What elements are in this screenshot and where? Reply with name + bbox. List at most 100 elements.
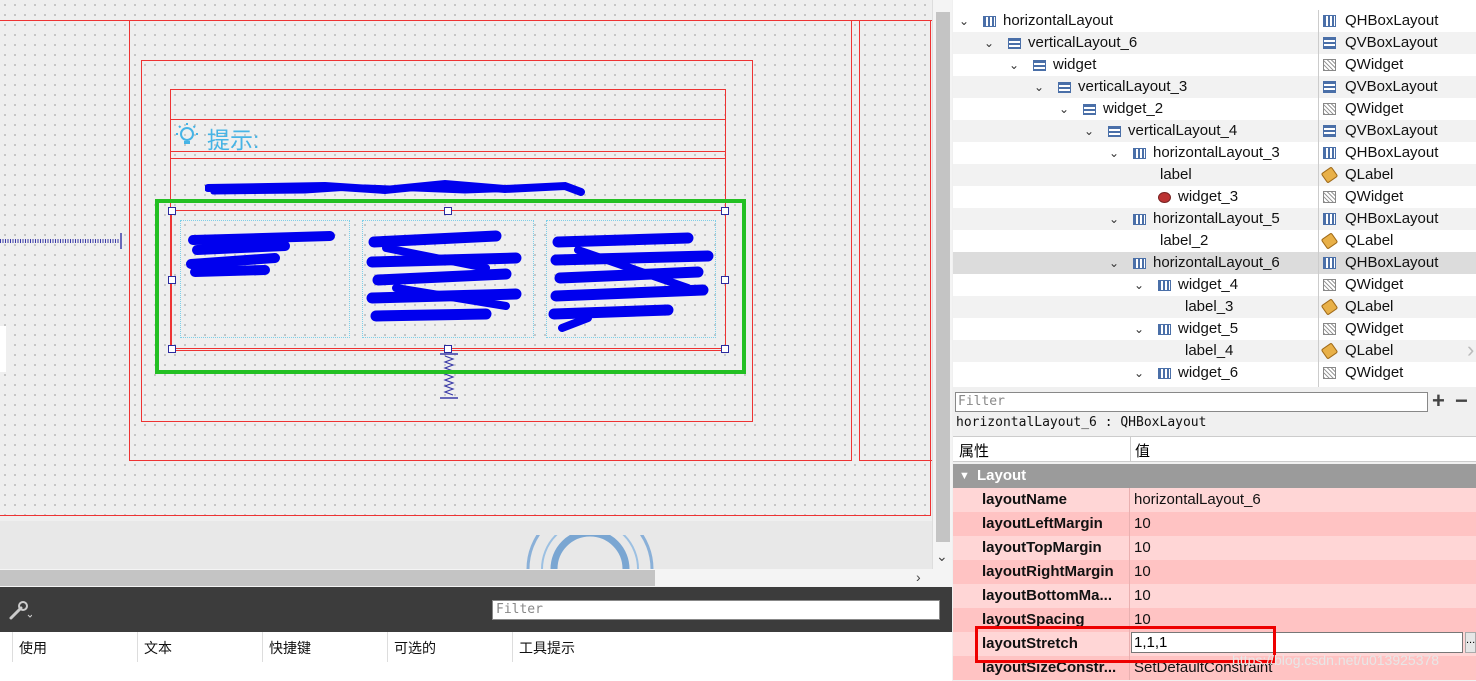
tree-row[interactable]: ⌄ horizontalLayout_6 QHBoxLayout xyxy=(953,252,1476,274)
vbox-layout-icon xyxy=(1008,38,1021,49)
label-icon xyxy=(1320,166,1339,184)
scrollbar-thumb[interactable] xyxy=(0,570,655,586)
property-group-label: Layout xyxy=(977,467,1027,484)
action-filter-input[interactable]: Filter xyxy=(492,600,940,620)
tree-row[interactable]: ⌄ horizontalLayout QHBoxLayout xyxy=(953,10,1476,32)
object-inspector-tree[interactable]: ⌄ horizontalLayout QHBoxLayout ⌄ verticalLay… xyxy=(953,10,1476,387)
tree-row[interactable]: ⌄ widget QWidget xyxy=(953,54,1476,76)
property-row[interactable]: layoutBottomMa... 10 xyxy=(953,584,1476,608)
tree-row[interactable]: ⌄ verticalLayout_3 QVBoxLayout xyxy=(953,76,1476,98)
tree-item-name: verticalLayout_4 xyxy=(1128,122,1238,139)
minus-icon[interactable]: − xyxy=(1455,390,1468,412)
property-row[interactable]: layoutLeftMargin 10 xyxy=(953,512,1476,536)
chevron-down-icon[interactable]: ⌄ xyxy=(984,32,998,54)
property-value[interactable]: 10 xyxy=(1134,536,1151,560)
red-highlight-box xyxy=(975,626,1276,663)
property-value[interactable]: 10 xyxy=(1134,584,1151,608)
hbox-layout-icon xyxy=(1158,280,1171,291)
tree-item-class: QWidget xyxy=(1345,188,1404,205)
property-row[interactable]: layoutName horizontalLayout_6 xyxy=(953,488,1476,512)
form-canvas[interactable]: 提示: xyxy=(0,0,932,569)
chevron-down-icon[interactable]: ⌄ xyxy=(1009,54,1023,76)
tree-item-class: QHBoxLayout xyxy=(1345,254,1439,271)
property-name: layoutName xyxy=(982,491,1068,508)
tree-row[interactable]: ⌄ widget_4 QWidget xyxy=(953,274,1476,296)
tree-item-name: horizontalLayout xyxy=(1003,12,1114,29)
column-header-property[interactable]: 属性 xyxy=(959,440,989,461)
tree-row[interactable]: ⌄ verticalLayout_6 QVBoxLayout xyxy=(953,32,1476,54)
label-icon xyxy=(1320,232,1339,250)
lightbulb-icon xyxy=(176,123,198,144)
chevron-down-icon[interactable]: ⌄ xyxy=(1134,274,1148,296)
column-header-tooltip[interactable]: 工具提示 xyxy=(512,632,712,662)
chevron-down-icon[interactable]: ⌄ xyxy=(1059,98,1073,120)
property-filter-input[interactable]: Filter xyxy=(955,392,1428,412)
widget-noLayout-icon xyxy=(1158,192,1171,203)
scrollbar-thumb[interactable] xyxy=(936,12,950,542)
tree-item-name: verticalLayout_3 xyxy=(1078,78,1188,95)
property-value[interactable]: 10 xyxy=(1134,560,1151,584)
tree-row[interactable]: ⌄ widget_6 QWidget xyxy=(953,362,1476,384)
hbox-layout-icon xyxy=(1323,147,1336,159)
row-divider xyxy=(1129,536,1130,560)
tree-row[interactable]: ⌄ widget_5 QWidget xyxy=(953,318,1476,340)
bottom-strip xyxy=(0,521,932,569)
hbox-layout-icon xyxy=(1323,15,1336,27)
chevron-down-icon[interactable]: ⌄ xyxy=(1134,318,1148,340)
canvas-vertical-scrollbar[interactable]: ⌄ xyxy=(932,0,952,569)
property-table-header: 属性 值 xyxy=(953,436,1476,462)
tree-row[interactable]: label QLabel xyxy=(953,164,1476,186)
property-row[interactable]: layoutRightMargin 10 xyxy=(953,560,1476,584)
widget-icon xyxy=(1323,279,1336,291)
chevron-right-icon[interactable]: › xyxy=(1467,337,1474,363)
chevron-right-icon[interactable]: › xyxy=(916,569,921,585)
tree-item-name: label_2 xyxy=(1160,232,1209,249)
tree-item-class: QVBoxLayout xyxy=(1345,78,1438,95)
wrench-icon[interactable] xyxy=(8,599,32,621)
tree-row[interactable]: ⌄ horizontalLayout_5 QHBoxLayout xyxy=(953,208,1476,230)
tree-item-name: horizontalLayout_6 xyxy=(1153,254,1280,271)
tree-row[interactable]: ⌄ verticalLayout_4 QVBoxLayout xyxy=(953,120,1476,142)
property-value[interactable]: horizontalLayout_6 xyxy=(1134,488,1261,512)
widget-icon xyxy=(1323,103,1336,115)
chevron-down-icon[interactable]: ⌄ xyxy=(1084,120,1098,142)
horizontal-spacer[interactable] xyxy=(0,233,126,249)
tree-item-class: QLabel xyxy=(1345,166,1394,183)
column-header-used[interactable]: 使用 xyxy=(12,632,137,662)
tree-item-name: label_3 xyxy=(1185,298,1234,315)
property-name: layoutTopMargin xyxy=(982,539,1102,556)
chevron-down-icon[interactable]: ⌄ xyxy=(959,10,973,32)
property-name: layoutRightMargin xyxy=(982,563,1114,580)
chevron-down-icon[interactable]: ▼ xyxy=(959,464,970,488)
property-value[interactable]: 10 xyxy=(1134,512,1151,536)
widget-icon xyxy=(1323,367,1336,379)
header-divider xyxy=(1130,437,1131,461)
left-edge-tab xyxy=(0,326,6,372)
canvas-horizontal-scrollbar[interactable]: › xyxy=(0,569,952,587)
tree-column-divider xyxy=(1318,10,1319,387)
chevron-down-icon[interactable]: ⌄ xyxy=(936,548,948,565)
column-header-value[interactable]: 值 xyxy=(1135,440,1150,461)
column-header-shortcut[interactable]: 快捷键 xyxy=(262,632,387,662)
column-header-checkable[interactable]: 可选的 xyxy=(387,632,512,662)
chevron-down-icon[interactable]: ⌄ xyxy=(1109,142,1123,164)
chevron-down-icon[interactable]: ⌄ xyxy=(1109,252,1123,274)
tree-row[interactable]: ⌄ horizontalLayout_3 QHBoxLayout xyxy=(953,142,1476,164)
tree-row[interactable]: label_3 QLabel xyxy=(953,296,1476,318)
chevron-down-icon[interactable]: ⌄ xyxy=(1134,362,1148,384)
tree-item-class: QWidget xyxy=(1345,100,1404,117)
column-header-text[interactable]: 文本 xyxy=(137,632,262,662)
chevron-down-icon[interactable]: ⌄ xyxy=(1034,76,1048,98)
tree-row[interactable]: ⌄ widget_2 QWidget xyxy=(953,98,1476,120)
row-divider xyxy=(1129,488,1130,512)
plus-icon[interactable]: + xyxy=(1432,390,1445,412)
property-group-layout[interactable]: ▼ Layout xyxy=(953,464,1476,488)
tree-row[interactable]: label_4 QLabel xyxy=(953,340,1476,362)
property-row[interactable]: layoutTopMargin 10 xyxy=(953,536,1476,560)
tree-row[interactable]: label_2 QLabel xyxy=(953,230,1476,252)
ellipsis-button[interactable]: ... xyxy=(1465,632,1476,653)
tree-row[interactable]: widget_3 QWidget xyxy=(953,186,1476,208)
widget-icon xyxy=(1323,323,1336,335)
chevron-down-icon[interactable]: ⌄ xyxy=(1109,208,1123,230)
vbox-layout-icon xyxy=(1108,126,1121,137)
